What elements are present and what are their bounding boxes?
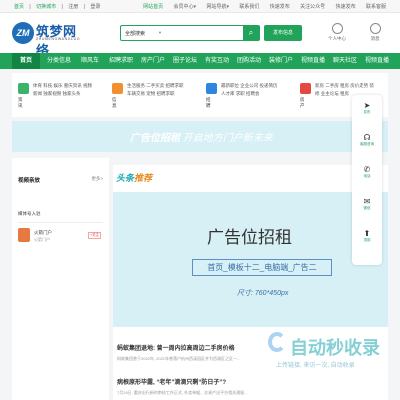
site-home-link[interactable]: 网站首页 — [143, 4, 163, 10]
float-phone-button[interactable]: ✆ 电话 — [352, 165, 382, 179]
divider — [18, 222, 103, 223]
category-panel: 资讯 体育 科技 娱乐 重庆资讯 视频新闻 独家视频 独家头条 信息 生活服务 … — [12, 73, 388, 117]
user-center-button[interactable]: 个人中心 — [322, 23, 352, 42]
house-icon — [300, 83, 311, 94]
home-link[interactable]: 首页 — [14, 4, 24, 10]
follow-account-link[interactable]: 关注公众号 — [300, 4, 325, 10]
media-section-title: 媒体号入驻 — [18, 211, 41, 216]
ad-slot-code: 首页_模板十二_电脑端_广告二 — [192, 259, 332, 276]
member-center-menu[interactable]: 会员中心▾ — [174, 4, 197, 10]
float-wechat-button[interactable]: ✉ 微信 — [352, 197, 382, 211]
separator: | — [61, 4, 63, 10]
post-info-button[interactable]: 发布信息 — [264, 25, 302, 41]
category-label[interactable]: 信息 — [112, 97, 117, 109]
watermark-logo-icon — [268, 332, 286, 352]
briefcase-icon — [206, 83, 217, 94]
messages-label: 消息 — [370, 36, 380, 41]
site-nav-menu[interactable]: 网站导航▾ — [206, 4, 229, 10]
title-part-a: 头条 — [116, 173, 135, 183]
ad-slot-title: 广告位招租 — [207, 228, 292, 247]
login-link[interactable]: 登录 — [90, 4, 100, 10]
nav-item-forum[interactable]: 圈子论坛 — [170, 53, 200, 69]
watermark-subtitle: 上传链接, 来访一次, 自动收录 — [276, 363, 355, 369]
quick-post-link-2[interactable]: 快速发布 — [336, 4, 356, 10]
search-box[interactable]: 全部搜索 ▼ ⌕ — [120, 25, 260, 41]
user-icon — [331, 23, 343, 34]
category-label[interactable]: 招聘 — [206, 97, 211, 109]
ad-slot-size: 尺寸: 760*450px — [237, 290, 289, 297]
arrow-up-icon: ⬆ — [363, 229, 371, 238]
logo-mark: ZM — [12, 22, 34, 44]
nav-item-interactive[interactable]: 有奖互动 — [202, 53, 232, 69]
category-links[interactable]: 体育 科技 娱乐 重庆资讯 视频新闻 独家视频 独家头条 — [33, 82, 93, 98]
site-logo[interactable]: ZM 筑梦网络 ZHUMENGWANGLUO — [12, 21, 82, 58]
float-wechat-label: 微信 — [363, 206, 371, 210]
nav-item-chat[interactable]: 聊天社区 — [330, 53, 360, 69]
logo-subtitle: ZHUMENGWANGLUO — [36, 37, 81, 41]
sidebar-title: 视频亲放 — [18, 178, 41, 184]
nav-item-jobs[interactable]: 招聘求职 — [106, 53, 136, 69]
category-label[interactable]: 资讯 — [18, 97, 23, 109]
send-icon: ➤ — [363, 101, 371, 110]
watermark-title: 自动秒收录 — [290, 338, 380, 358]
phone-icon: ✆ — [363, 165, 371, 174]
float-top-label: 顶部 — [363, 238, 371, 242]
banner-rest-text: 开启地方门户新未来 — [180, 133, 273, 144]
info-icon — [112, 83, 123, 94]
watermark: 自动秒收录 上传链接, 来访一次, 自动收录 — [268, 332, 386, 386]
nav-item-classifieds[interactable]: 分类信息 — [44, 53, 74, 69]
rocket-icon — [18, 228, 30, 242]
user-center-label: 个人中心 — [328, 36, 346, 41]
nav-item-live-2[interactable]: 视频直播 — [362, 53, 392, 69]
top-bar: 首页 | 切换城市 | 注册 | 登录 网站首页 会员中心▾ 网站导航▾ 联系我… — [0, 0, 400, 13]
nav-item-home[interactable]: 首页 — [12, 53, 40, 69]
float-phone-label: 电话 — [363, 174, 371, 178]
float-service-label: 客服咨询 — [360, 142, 374, 146]
float-post-label: 发布 — [363, 110, 371, 114]
banner-text: 广告位招租 开启地方门户新未来 — [130, 129, 273, 144]
nav-item-rideshare[interactable]: 顺风车 — [76, 53, 104, 69]
nav-item-realestate[interactable]: 房产门户 — [138, 53, 168, 69]
register-link[interactable]: 注册 — [68, 4, 78, 10]
message-icon — [369, 23, 381, 34]
ad-slot[interactable]: 广告位招租 首页_模板十二_电脑端_广告二 尺寸: 760*450px — [113, 192, 388, 327]
nav-item-decoration[interactable]: 装修门户 — [266, 53, 296, 69]
separator: | — [83, 4, 85, 10]
messages-button[interactable]: 消息 — [360, 23, 390, 42]
sidebar: 视频亲放 更多> 媒体号入驻 火箭门户 火箭门户 +关注 — [12, 158, 109, 400]
float-top-button[interactable]: ⬆ 顶部 — [352, 229, 382, 243]
headset-icon: ☊ — [363, 133, 371, 142]
sidebar-more-link[interactable]: 更多> — [91, 176, 103, 182]
switch-city-link[interactable]: 切换城市 — [36, 4, 56, 10]
contact-us-link[interactable]: 联系我们 — [239, 4, 259, 10]
follow-button[interactable]: +关注 — [87, 232, 101, 239]
media-entry[interactable]: 火箭门户 火箭门户 +关注 — [18, 226, 103, 258]
media-sub: 火箭门户 — [34, 237, 50, 242]
category-label[interactable]: 房产 — [300, 97, 305, 109]
search-scope-select[interactable]: 全部搜索 — [125, 30, 145, 37]
section-title: 头条推荐 — [116, 171, 152, 184]
header: ZM 筑梦网络 ZHUMENGWANGLUO 全部搜索 ▼ ⌕ 发布信息 个人中… — [0, 13, 400, 58]
float-service-button[interactable]: ☊ 客服咨询 — [352, 133, 382, 147]
wechat-icon: ✉ — [363, 197, 371, 206]
title-part-b: 推荐 — [134, 173, 153, 183]
category-links[interactable]: 最新职位 企业公司 投递简历 人才库 求职 招聘会 — [221, 82, 281, 98]
news-icon — [18, 83, 29, 94]
banner-bold-text: 广告位招租 — [130, 133, 180, 144]
contact-service-link[interactable]: 联系客服 — [366, 4, 386, 10]
float-post-button[interactable]: ➤ 发布 — [352, 101, 382, 115]
nav-item-groupbuy[interactable]: 团购活动 — [234, 53, 264, 69]
ad-banner[interactable]: 广告位招租 开启地方门户新未来 — [12, 121, 388, 152]
chevron-down-icon: ▼ — [158, 30, 162, 35]
main-nav: 首页 分类信息 顺风车 招聘求职 房产门户 圈子论坛 有奖互动 团购活动 装修门… — [0, 53, 400, 69]
media-name: 火箭门户 — [34, 230, 52, 235]
news-desc: 7月28日, 重庆出行新的审核工作正式, 外卖单据、交易产出平台相关通报... — [117, 390, 248, 395]
search-icon[interactable]: ⌕ — [243, 26, 259, 40]
category-links[interactable]: 生活服务 二手买卖 招聘求职 车辆交易 宠物 招聘求职 — [127, 82, 187, 98]
floating-toolbar: ➤ 发布 ☊ 客服咨询 ✆ 电话 ✉ 微信 ⬆ 顶部 — [352, 95, 382, 265]
separator: | — [29, 4, 31, 10]
quick-post-link[interactable]: 快速发布 — [270, 4, 290, 10]
nav-item-live[interactable]: 视频直播 — [298, 53, 328, 69]
